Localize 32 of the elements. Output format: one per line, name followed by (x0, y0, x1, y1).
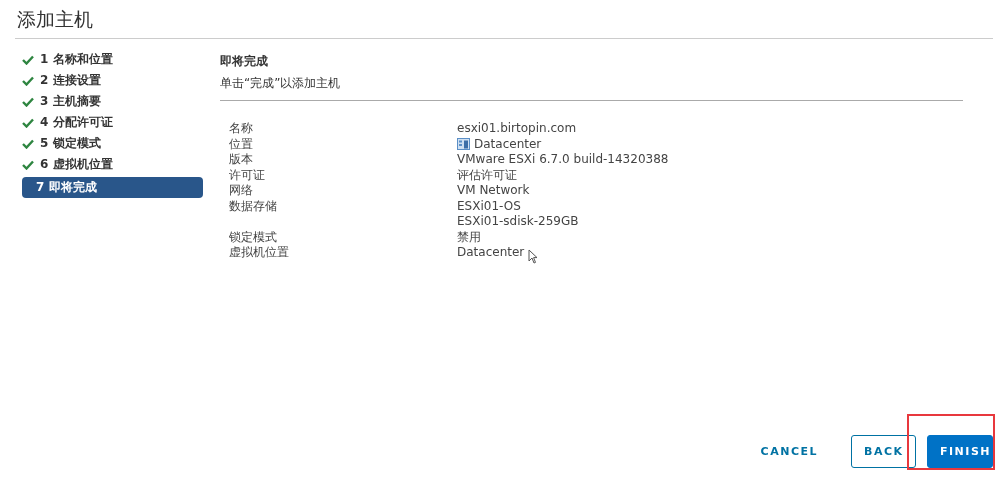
field-value: VM Network (457, 183, 530, 199)
field-label: 网络 (229, 183, 254, 199)
wizard-step[interactable]: 4 分配许可证 (22, 114, 203, 131)
field-value: ESXi01-sdisk-259GB (457, 214, 579, 230)
wizard-step[interactable]: 3 主机摘要 (22, 93, 203, 110)
field-value: Datacenter (457, 245, 525, 261)
section-heading: 即将完成 (220, 53, 269, 70)
finish-button[interactable]: FINISH (927, 435, 993, 468)
field-value: 禁用 (457, 229, 481, 245)
wizard-step[interactable]: 7 即将完成 (22, 177, 203, 198)
field-label: 名称 (229, 121, 254, 137)
field-label: 许可证 (229, 167, 266, 183)
wizard-step[interactable]: 5 锁定模式 (22, 135, 203, 152)
dialog-title: 添加主机 (15, 0, 993, 39)
field-label: 版本 (229, 152, 254, 168)
wizard-step[interactable]: 6 虚拟机位置 (22, 156, 203, 173)
cursor-icon (528, 249, 538, 264)
field-label: 锁定模式 (229, 229, 278, 245)
field-value: 评估许可证 (457, 167, 517, 183)
back-button[interactable]: BACK (851, 435, 916, 468)
field-label: 数据存储 (229, 198, 278, 215)
building-icon (457, 138, 470, 151)
field-value: Datacenter (474, 136, 542, 152)
instruction-text: 单击“完成”以添加主机 (220, 75, 342, 92)
field-value: esxi01.birtopin.com (457, 121, 577, 137)
field-label: 位置 (229, 136, 254, 152)
field-value: ESXi01-OS (457, 198, 521, 214)
wizard-step[interactable]: 2 连接设置 (22, 72, 203, 89)
cancel-button[interactable]: CANCEL (748, 435, 830, 468)
field-label: 虚拟机位置 (229, 245, 290, 261)
field-value: VMware ESXi 6.7.0 build-14320388 (457, 152, 669, 168)
wizard-step[interactable]: 1 名称和位置 (22, 51, 203, 68)
